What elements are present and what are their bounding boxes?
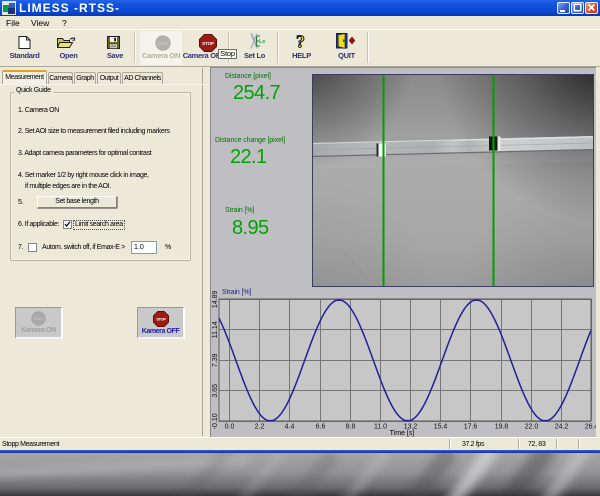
- svg-text:4.4: 4.4: [285, 424, 295, 431]
- svg-text:Time [s]: Time [s]: [390, 430, 415, 437]
- svg-text:15.4: 15.4: [434, 424, 448, 431]
- svg-text:8.8: 8.8: [346, 424, 356, 431]
- svg-text:3.65: 3.65: [212, 384, 219, 398]
- svg-text:-0.10: -0.10: [212, 413, 219, 429]
- svg-text:26.4: 26.4: [585, 424, 596, 431]
- svg-text:11.0: 11.0: [374, 424, 387, 431]
- svg-text:0.0: 0.0: [225, 424, 235, 431]
- svg-text:Strain [%]: Strain [%]: [222, 289, 251, 296]
- svg-text:11.14: 11.14: [212, 321, 219, 338]
- svg-text:START: START: [157, 42, 169, 46]
- svg-text:Lo: Lo: [259, 39, 265, 45]
- svg-text:6.6: 6.6: [316, 424, 326, 431]
- svg-text:7.39: 7.39: [212, 353, 219, 367]
- svg-text:17.6: 17.6: [464, 424, 478, 431]
- svg-text:STOP: STOP: [156, 317, 166, 322]
- svg-text:14.89: 14.89: [212, 290, 219, 308]
- svg-text:STOP: STOP: [202, 41, 214, 46]
- svg-text:START: START: [34, 317, 44, 321]
- svg-text:?: ?: [296, 33, 305, 50]
- svg-text:22.0: 22.0: [525, 424, 539, 431]
- svg-text:24.2: 24.2: [555, 424, 569, 431]
- svg-text:19.8: 19.8: [495, 424, 509, 431]
- svg-text:2.2: 2.2: [255, 424, 265, 431]
